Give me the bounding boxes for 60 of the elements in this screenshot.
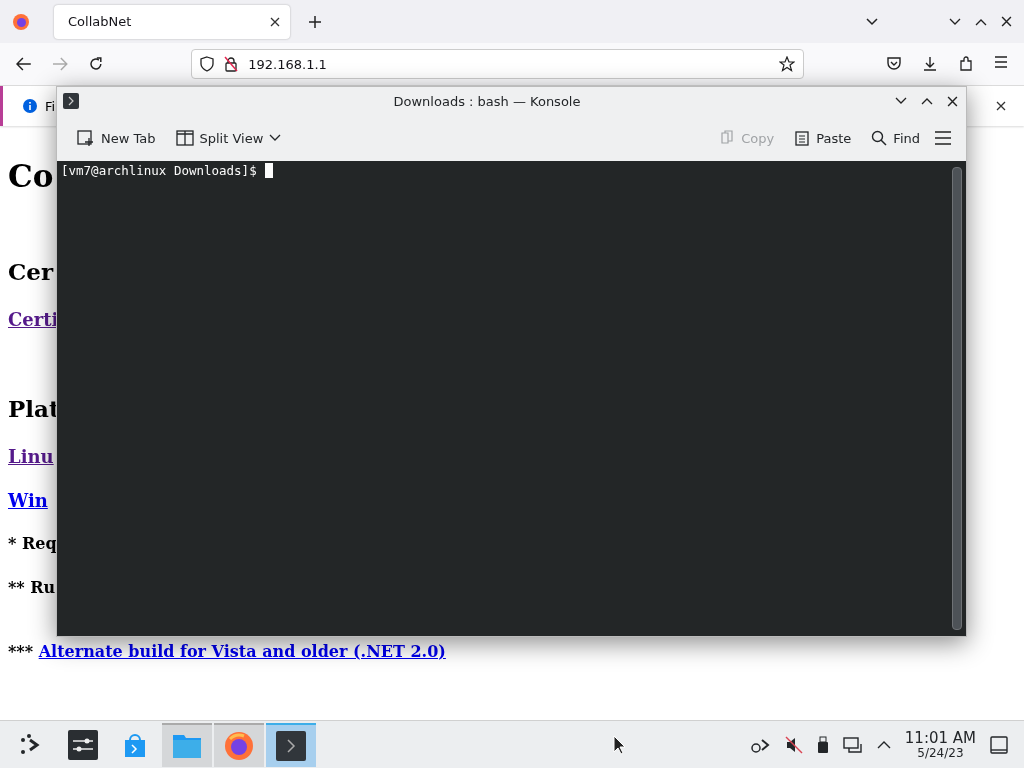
tab-list-icon[interactable] xyxy=(865,16,879,27)
page-heading: Co xyxy=(8,158,54,194)
pocket-icon[interactable] xyxy=(886,56,902,71)
firefox-taskbar-icon[interactable] xyxy=(214,723,264,767)
new-tab-button[interactable]: New Tab xyxy=(71,125,162,151)
scrollbar[interactable] xyxy=(952,167,962,630)
minimize-icon[interactable] xyxy=(895,96,907,106)
shield-icon xyxy=(200,56,215,72)
footnote-text: * Req xyxy=(8,534,58,554)
close-icon[interactable] xyxy=(996,101,1006,111)
download-link[interactable]: Win xyxy=(8,490,48,511)
split-view-icon xyxy=(175,129,194,147)
cursor-icon xyxy=(613,735,626,755)
section-heading: Cer xyxy=(8,258,54,286)
section-heading: Plat xyxy=(8,395,60,423)
clock-date[interactable]: 5/24/23 xyxy=(917,746,964,760)
maximize-icon[interactable] xyxy=(921,96,933,106)
clock-time[interactable]: 11:01 AM xyxy=(904,730,976,747)
address-bar[interactable]: 192.168.1.1 xyxy=(191,49,804,79)
download-icon[interactable] xyxy=(922,56,938,72)
search-icon xyxy=(871,130,888,146)
split-view-button[interactable]: Split View xyxy=(169,125,288,151)
terminal-prompt: [vm7@archlinux Downloads]$ xyxy=(61,163,257,178)
usb-drive-icon[interactable] xyxy=(816,736,829,754)
window-title: Downloads : bash — Konsole xyxy=(392,93,582,109)
minimize-icon[interactable] xyxy=(949,16,961,27)
terminal-taskbar-icon[interactable] xyxy=(266,723,316,767)
footnote-text: ** Ru xyxy=(8,578,57,598)
clipboard-icon xyxy=(794,130,811,146)
notification-text: Fi xyxy=(45,98,56,114)
star-icon[interactable] xyxy=(779,56,795,72)
close-icon[interactable] xyxy=(947,95,958,107)
download-link[interactable]: Linu xyxy=(8,446,54,467)
firefox-icon[interactable] xyxy=(12,12,30,31)
close-icon[interactable] xyxy=(270,16,280,27)
extensions-icon[interactable] xyxy=(958,56,974,72)
footnote-mark: *** xyxy=(8,642,34,661)
reload-icon[interactable] xyxy=(87,56,104,72)
muted-speaker-icon[interactable] xyxy=(784,736,803,754)
close-icon[interactable] xyxy=(1001,16,1012,27)
show-desktop-icon[interactable] xyxy=(990,736,1008,754)
browser-tab[interactable]: CollabNet xyxy=(54,4,290,39)
text-cursor xyxy=(264,163,273,178)
back-icon[interactable] xyxy=(16,57,32,71)
find-button[interactable]: Find xyxy=(865,126,926,150)
insecure-lock-icon xyxy=(224,56,239,72)
download-link[interactable]: Certi xyxy=(8,309,59,330)
download-link[interactable]: Alternate build for Vista and older (.NET 2.0) xyxy=(38,642,446,661)
copy-icon xyxy=(719,130,736,146)
info-icon xyxy=(23,99,37,113)
konsole-icon xyxy=(63,93,79,109)
new-tab-icon xyxy=(77,129,95,147)
menu-icon[interactable] xyxy=(994,56,1008,68)
new-tab-icon[interactable] xyxy=(308,14,322,29)
expand-tray-icon[interactable] xyxy=(876,740,891,750)
caret-icon xyxy=(269,134,282,142)
menu-icon[interactable] xyxy=(934,131,952,145)
paste-button[interactable]: Paste xyxy=(788,126,858,150)
wired-network-icon[interactable] xyxy=(842,736,863,754)
network-icon[interactable] xyxy=(750,736,771,754)
